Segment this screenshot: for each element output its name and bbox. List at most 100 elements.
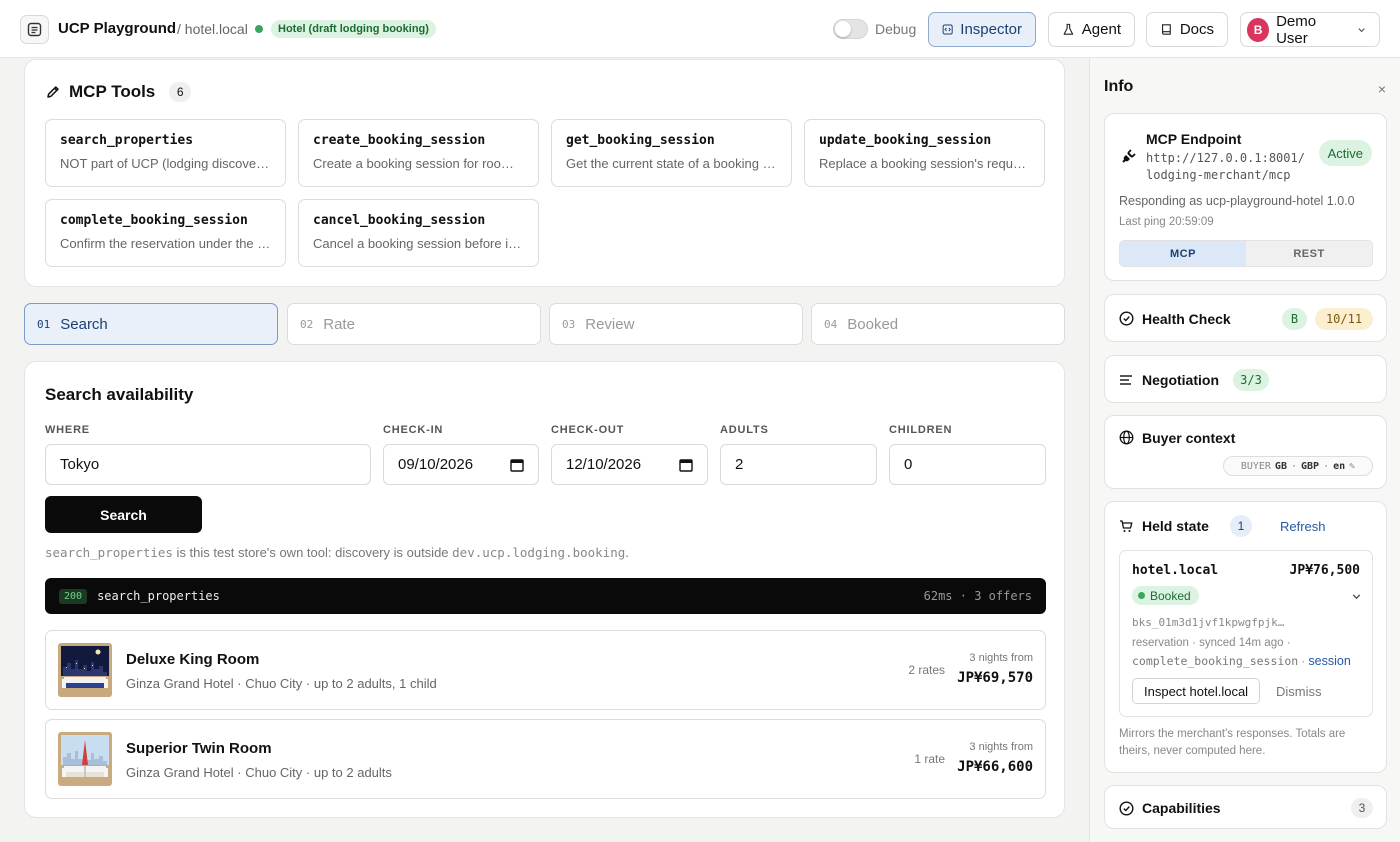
negotiation-card[interactable]: Negotiation 3/3: [1104, 355, 1387, 403]
tool-card[interactable]: cancel_booking_session Cancel a booking s…: [298, 199, 539, 267]
children-input[interactable]: 0: [889, 444, 1046, 485]
sidebar-toggle-button[interactable]: [20, 15, 49, 44]
mcp-tools-title: MCP Tools: [69, 82, 156, 101]
avatar: B: [1247, 17, 1270, 42]
tool-description: Cancel a booking session before it compl…: [313, 236, 524, 251]
step-number: 01: [37, 317, 51, 331]
buyer-context-card[interactable]: Buyer context BUYER GB · GBP · en ✎: [1104, 415, 1387, 489]
room-result-row[interactable]: Superior Twin Room Ginza Grand Hotel · C…: [45, 719, 1046, 799]
separator: ·: [1323, 460, 1330, 472]
tool-card[interactable]: get_booking_session Get the current state…: [551, 119, 792, 187]
adults-input[interactable]: 2: [720, 444, 877, 485]
inspect-merchant-button[interactable]: Inspect hotel.local: [1132, 678, 1261, 704]
response-log-bar[interactable]: 200 search_properties 62ms · 3 offers: [45, 578, 1046, 614]
debug-label: Debug: [875, 21, 917, 37]
booking-meta-line-2: complete_booking_session · session: [1132, 652, 1351, 671]
tool-name: complete_booking_session: [60, 213, 248, 228]
where-input[interactable]: Tokyo: [45, 444, 371, 485]
tool-description: NOT part of UCP (lodging discovery is ou…: [60, 156, 271, 171]
status-code-badge: 200: [59, 588, 88, 604]
health-check-title: Health Check: [1142, 311, 1231, 327]
dismiss-button[interactable]: Dismiss: [1276, 684, 1322, 699]
separator: ·: [1298, 656, 1309, 668]
tool-card[interactable]: create_booking_session Create a booking s…: [298, 119, 539, 187]
room-result-row[interactable]: Deluxe King Room Ginza Grand Hotel · Chu…: [45, 630, 1046, 710]
transport-mcp-tab[interactable]: MCP: [1120, 241, 1246, 266]
where-value: Tokyo: [60, 456, 100, 473]
docs-label: Docs: [1179, 21, 1214, 38]
app-title: UCP Playground: [58, 20, 177, 37]
transport-rest-tab[interactable]: REST: [1246, 241, 1372, 266]
tool-card[interactable]: search_properties NOT part of UCP (lodgin…: [45, 119, 286, 187]
room-price: JP¥69,570: [957, 670, 1033, 686]
calendar-icon[interactable]: [679, 458, 693, 472]
endpoint-last-ping: Last ping 20:59:09: [1119, 216, 1214, 228]
step-rate[interactable]: 02 Rate: [287, 303, 541, 345]
buyer-context-chip[interactable]: BUYER GB · GBP · en ✎: [1223, 456, 1373, 476]
capabilities-card[interactable]: Capabilities 3: [1104, 785, 1387, 829]
edit-icon[interactable]: ✎: [1349, 461, 1355, 472]
room-details: Ginza Grand Hotel · Chuo City · up to 2 …: [126, 676, 437, 691]
children-value: 0: [904, 456, 913, 473]
held-state-footnote: Mirrors the merchant's responses. Totals…: [1119, 728, 1346, 757]
held-booking-item: hotel.local JP¥76,500 Booked bks_01m3d1j…: [1119, 550, 1373, 717]
chevron-down-icon[interactable]: [1351, 591, 1362, 602]
breadcrumb[interactable]: / hotel.local: [177, 21, 248, 37]
agent-button[interactable]: Agent: [1048, 12, 1135, 47]
step-booked[interactable]: 04 Booked: [811, 303, 1065, 345]
flask-icon: [1063, 23, 1074, 35]
tools-count-badge: 6: [169, 82, 192, 102]
endpoint-responding: Responding as ucp-playground-hotel 1.0.0: [1119, 194, 1355, 208]
booking-meta-line: reservation · synced 14m ago ·: [1132, 637, 1291, 649]
step-search[interactable]: 01 Search: [24, 303, 278, 345]
tool-card[interactable]: update_booking_session Replace a booking …: [804, 119, 1045, 187]
adults-value: 2: [735, 456, 744, 473]
search-button[interactable]: Search: [45, 496, 202, 533]
tool-name: cancel_booking_session: [313, 213, 486, 228]
endpoint-url: http://127.0.0.1:8001/lodging-merchant/m…: [1146, 150, 1305, 184]
refresh-link[interactable]: Refresh: [1280, 519, 1326, 534]
room-rate-count: 2 rates: [908, 663, 945, 677]
toggle-knob: [835, 21, 851, 37]
user-menu-button[interactable]: B Demo User: [1240, 12, 1380, 47]
checkin-date-input[interactable]: 09/10/2026: [383, 444, 539, 485]
capabilities-title: Capabilities: [1142, 800, 1221, 816]
environment-badge: Hotel (draft lodging booking): [271, 20, 436, 38]
step-number: 04: [824, 317, 838, 331]
day-city-room-image: [58, 732, 112, 786]
tool-card[interactable]: complete_booking_session Confirm the rese…: [45, 199, 286, 267]
held-merchant: hotel.local: [1132, 563, 1219, 578]
step-label: Review: [585, 315, 635, 333]
log-meta: 62ms · 3 offers: [923, 589, 1032, 603]
step-label: Search: [60, 315, 108, 333]
room-price-caption: 3 nights from: [969, 652, 1033, 664]
checkout-date-input[interactable]: 12/10/2026: [551, 444, 708, 485]
held-total: JP¥76,500: [1289, 563, 1360, 578]
health-check-card[interactable]: Health Check B 10/11: [1104, 294, 1387, 342]
docs-button[interactable]: Docs: [1146, 12, 1228, 47]
step-review[interactable]: 03 Review: [549, 303, 803, 345]
code-icon: [942, 24, 953, 35]
mcp-tools-card: MCP Tools 6 search_properties NOT part of…: [24, 59, 1065, 287]
tool-name: get_booking_session: [566, 133, 715, 148]
search-title: Search availability: [45, 385, 194, 404]
session-link[interactable]: session: [1308, 654, 1350, 668]
debug-toggle[interactable]: [833, 19, 868, 39]
step-number: 03: [562, 317, 576, 331]
room-price: JP¥66,600: [957, 759, 1033, 775]
log-tool-name: search_properties: [97, 589, 220, 603]
inspector-button[interactable]: Inspector: [928, 12, 1036, 47]
room-name: Superior Twin Room: [126, 740, 272, 757]
note-text: is this test store's own tool: discovery…: [172, 545, 453, 560]
room-name: Deluxe King Room: [126, 651, 260, 668]
agent-label: Agent: [1081, 21, 1121, 38]
close-icon[interactable]: ×: [1378, 81, 1386, 97]
check-circle-icon: [1119, 801, 1134, 816]
search-note: search_properties is this test store's o…: [45, 545, 629, 560]
panel-title: Info: [1104, 78, 1134, 95]
calendar-icon[interactable]: [510, 458, 524, 472]
night-city-room-image: [58, 643, 112, 697]
checkin-label: CHECK-IN: [383, 424, 444, 436]
booking-meta: reservation · synced 14m ago · complete_…: [1132, 634, 1351, 671]
booking-last-tool: complete_booking_session: [1132, 654, 1299, 668]
